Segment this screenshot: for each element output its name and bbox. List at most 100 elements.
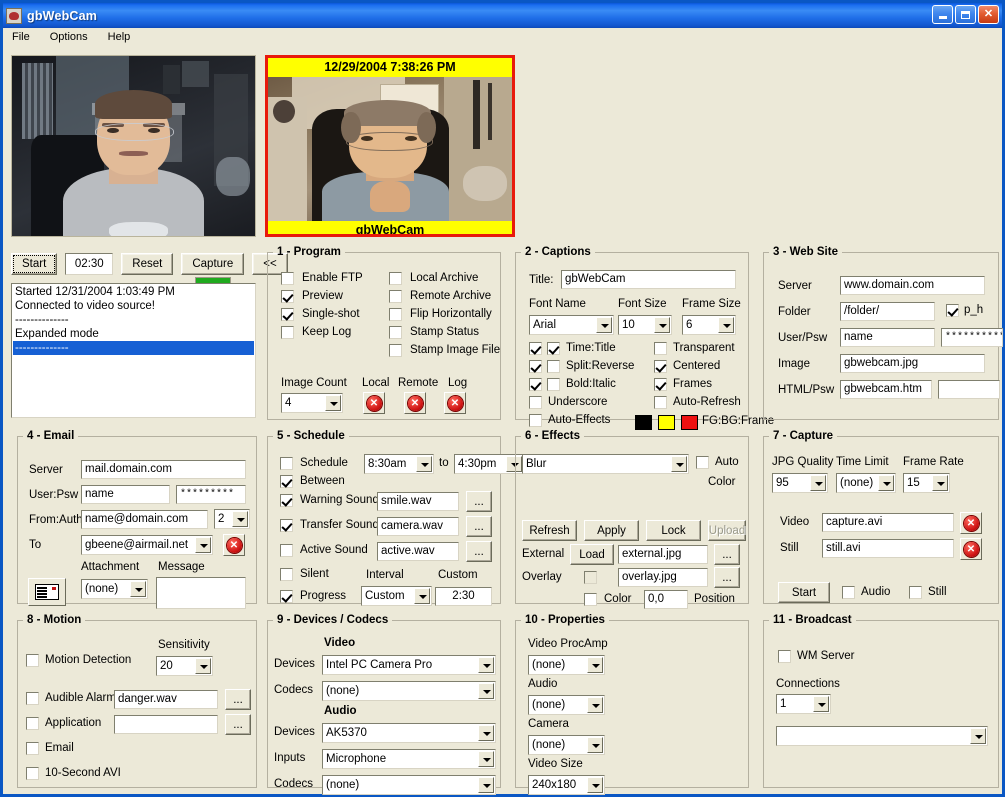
transfer-sound-browse-button[interactable]: ... [466, 516, 492, 537]
select-broadcast-url[interactable] [776, 726, 988, 746]
chevron-down-icon[interactable] [587, 657, 603, 673]
select-properties-audio[interactable]: (none) [528, 695, 605, 715]
select-time-limit[interactable]: (none) [836, 473, 896, 493]
checkbox-motion-email[interactable] [26, 742, 39, 755]
transfer-sound-input[interactable]: camera.wav [377, 517, 459, 536]
checkbox-active-sound[interactable] [280, 544, 293, 557]
chevron-down-icon[interactable] [587, 737, 603, 753]
checkbox-motion-detection[interactable] [26, 654, 39, 667]
audible-alarm-browse-button[interactable]: ... [225, 689, 251, 710]
chevron-down-icon[interactable] [654, 317, 670, 333]
checkbox-auto-effect[interactable] [696, 456, 709, 469]
menu-item-file[interactable]: File [9, 30, 33, 44]
checkbox-silent[interactable] [280, 568, 293, 581]
select-font-name[interactable]: Arial [529, 315, 614, 335]
chevron-down-icon[interactable] [478, 725, 494, 741]
local-status-button[interactable]: ✕ [363, 392, 385, 414]
capture-still-clear-button[interactable]: ✕ [960, 538, 982, 560]
select-audio-device[interactable]: AK5370 [322, 723, 496, 743]
select-to-time[interactable]: 4:30pm [454, 454, 524, 474]
maximize-button[interactable] [955, 5, 976, 24]
website-folder-input[interactable]: /folder/ [840, 302, 935, 321]
select-font-size[interactable]: 10 [618, 315, 672, 335]
email-server-input[interactable]: mail.domain.com [81, 460, 246, 479]
checkbox-transfer-sound[interactable] [280, 519, 293, 532]
checkbox-auto-refresh[interactable] [654, 396, 667, 409]
chevron-down-icon[interactable] [813, 696, 829, 712]
list-item[interactable]: -------------- [13, 313, 254, 327]
checkbox-ph[interactable] [946, 304, 959, 317]
checkbox-remote-archive[interactable] [389, 290, 402, 303]
select-sensitivity[interactable]: 20 [156, 656, 213, 676]
email-compose-button[interactable] [28, 578, 66, 606]
checkbox-schedule[interactable] [280, 457, 293, 470]
close-button[interactable]: ✕ [978, 5, 999, 24]
chevron-down-icon[interactable] [587, 697, 603, 713]
checkbox-enable-ftp[interactable] [281, 272, 294, 285]
checkbox-frames[interactable] [654, 378, 667, 391]
overlay-browse-button[interactable]: ... [714, 567, 740, 588]
select-video-device[interactable]: Intel PC Camera Pro [322, 655, 496, 675]
lock-button[interactable]: Lock [646, 520, 701, 541]
chevron-down-icon[interactable] [587, 777, 603, 793]
checkbox-flip-horizontally[interactable] [389, 308, 402, 321]
checkbox-reverse[interactable] [547, 360, 560, 373]
minimize-button[interactable] [932, 5, 953, 24]
capture-video-input[interactable]: capture.avi [822, 513, 954, 532]
checkbox-wm-server[interactable] [778, 650, 791, 663]
select-from-time[interactable]: 8:30am [364, 454, 434, 474]
active-sound-input[interactable]: active.wav [377, 542, 459, 561]
email-user-input[interactable]: name [81, 485, 170, 504]
chevron-down-icon[interactable] [478, 683, 494, 699]
checkbox-auto-effects[interactable] [529, 414, 542, 427]
website-html-password-input[interactable] [938, 380, 1000, 399]
website-password-input[interactable]: *********** [941, 328, 1003, 347]
chevron-down-icon[interactable] [478, 777, 494, 793]
menu-item-options[interactable]: Options [47, 30, 91, 44]
checkbox-application[interactable] [26, 717, 39, 730]
email-message-input[interactable] [156, 577, 246, 609]
caption-title-input[interactable]: gbWebCam [561, 270, 736, 289]
warning-sound-browse-button[interactable]: ... [466, 491, 492, 512]
capture-start-button[interactable]: Start [778, 582, 830, 603]
email-clear-button[interactable]: ✕ [223, 534, 245, 556]
checkbox-stamp-status[interactable] [389, 326, 402, 339]
chevron-down-icon[interactable] [478, 657, 494, 673]
select-connections[interactable]: 1 [776, 694, 831, 714]
email-from-input[interactable]: name@domain.com [81, 510, 208, 529]
chevron-down-icon[interactable] [671, 456, 687, 472]
checkbox-local-archive[interactable] [389, 272, 402, 285]
processed-video-preview[interactable]: 12/29/2004 7:38:26 PM gbWebCam [265, 55, 515, 237]
checkbox-warning-sound[interactable] [280, 494, 293, 507]
checkbox-title[interactable] [547, 342, 560, 355]
chevron-down-icon[interactable] [596, 317, 612, 333]
swatch-foreground-color[interactable] [635, 415, 652, 430]
checkbox-stamp-image-file[interactable] [389, 344, 402, 357]
select-effect[interactable]: Blur [522, 454, 689, 474]
chevron-down-icon[interactable] [414, 588, 430, 604]
checkbox-ten-second-avi[interactable] [26, 767, 39, 780]
checkbox-underscore[interactable] [529, 396, 542, 409]
remote-status-button[interactable]: ✕ [404, 392, 426, 414]
email-password-input[interactable]: ********* [176, 485, 246, 504]
chevron-down-icon[interactable] [232, 511, 248, 527]
position-input[interactable]: 0,0 [644, 590, 688, 609]
list-item[interactable]: Started 12/31/2004 1:03:49 PM [13, 285, 254, 299]
chevron-down-icon[interactable] [810, 475, 826, 491]
chevron-down-icon[interactable] [195, 537, 211, 553]
capture-video-clear-button[interactable]: ✕ [960, 512, 982, 534]
checkbox-overlay[interactable] [584, 571, 597, 584]
select-audio-input[interactable]: Microphone [322, 749, 496, 769]
chevron-down-icon[interactable] [718, 317, 734, 333]
checkbox-split[interactable] [529, 360, 542, 373]
capture-still-input[interactable]: still.avi [822, 539, 954, 558]
chevron-down-icon[interactable] [970, 728, 986, 744]
checkbox-preview[interactable] [281, 290, 294, 303]
select-video-procamp[interactable]: (none) [528, 655, 605, 675]
checkbox-single-shot[interactable] [281, 308, 294, 321]
checkbox-centered[interactable] [654, 360, 667, 373]
live-video-preview[interactable] [11, 55, 256, 237]
checkbox-italic[interactable] [547, 378, 560, 391]
checkbox-transparent[interactable] [654, 342, 667, 355]
checkbox-capture-audio[interactable] [842, 586, 855, 599]
